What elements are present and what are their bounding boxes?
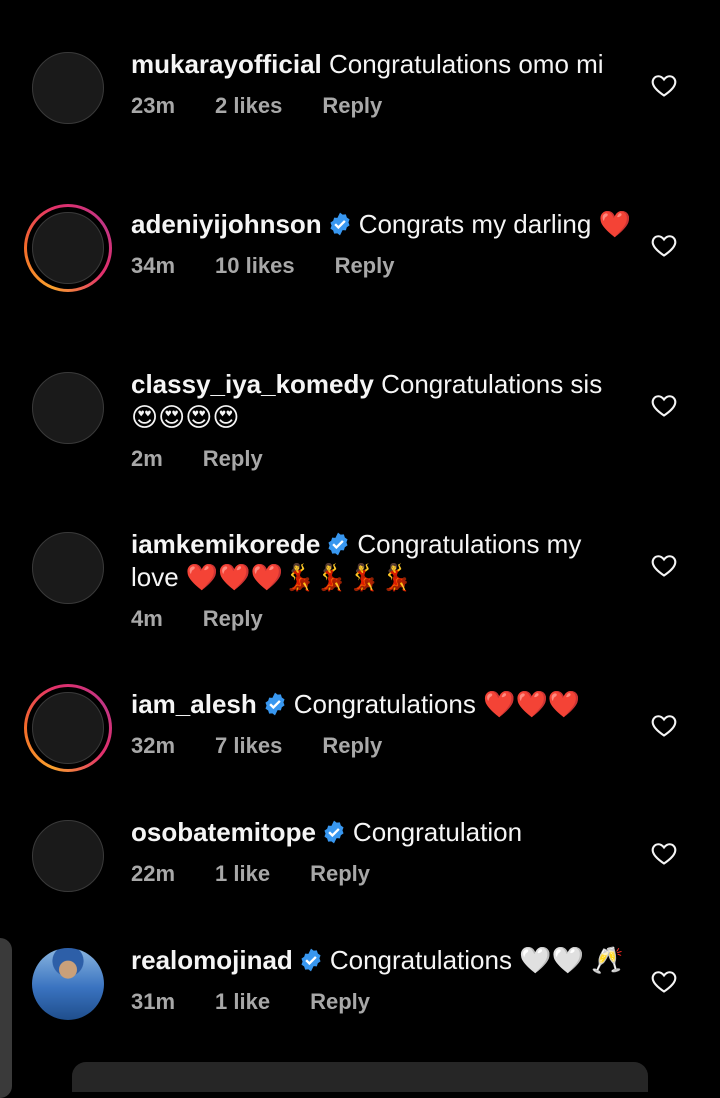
heart-outline-icon[interactable] <box>650 71 678 99</box>
comment-time: 2m <box>131 446 163 471</box>
avatar[interactable] <box>32 212 104 284</box>
comment-likes[interactable]: 1 like <box>215 989 270 1014</box>
comment-likes[interactable]: 2 likes <box>215 93 282 118</box>
verified-badge-icon <box>265 692 285 716</box>
avatar-story-ring[interactable] <box>24 684 112 772</box>
reply-button[interactable]: Reply <box>335 253 395 278</box>
avatar[interactable] <box>32 532 104 604</box>
avatar[interactable] <box>32 372 104 444</box>
comment-likes[interactable]: 1 like <box>215 861 270 886</box>
reply-button[interactable]: Reply <box>203 446 263 471</box>
comment-text: Congratulation <box>352 817 523 847</box>
reply-button[interactable]: Reply <box>310 989 370 1014</box>
comment-text: Congratulations 🤍🤍 🥂 <box>329 945 624 975</box>
heart-outline-icon[interactable] <box>650 967 678 995</box>
comment-text: Congratulations ❤️❤️❤️ <box>293 689 581 719</box>
reply-button[interactable]: Reply <box>310 861 370 886</box>
verified-badge-icon <box>328 532 348 556</box>
comment-username[interactable]: classy_iya_komedy <box>131 369 374 399</box>
heart-outline-icon[interactable] <box>650 391 678 419</box>
avatar[interactable] <box>32 52 104 124</box>
heart-outline-icon[interactable] <box>650 711 678 739</box>
comment-text: Congrats my darling ❤️ <box>358 209 631 239</box>
comment-username[interactable]: adeniyijohnson <box>131 209 322 239</box>
comment-username[interactable]: mukarayofficial <box>131 49 322 79</box>
comment-time: 31m <box>131 989 176 1014</box>
avatar[interactable] <box>32 692 104 764</box>
comment-username[interactable]: iamkemikorede <box>131 529 320 559</box>
verified-badge-icon <box>324 820 344 844</box>
reply-button[interactable]: Reply <box>322 733 382 758</box>
verified-badge-icon <box>330 212 350 236</box>
comment-time: 23m <box>131 93 176 118</box>
comment-time: 32m <box>131 733 176 758</box>
reply-button[interactable]: Reply <box>203 606 263 631</box>
reply-button[interactable]: Reply <box>322 93 382 118</box>
verified-badge-icon <box>301 948 321 972</box>
comment-likes[interactable]: 7 likes <box>215 733 282 758</box>
comment-input-bar[interactable] <box>72 1062 648 1092</box>
comment-username[interactable]: osobatemitope <box>131 817 316 847</box>
comment-likes[interactable]: 10 likes <box>215 253 295 278</box>
heart-outline-icon[interactable] <box>650 839 678 867</box>
comment-username[interactable]: iam_alesh <box>131 689 257 719</box>
heart-outline-icon[interactable] <box>650 231 678 259</box>
comment-time: 4m <box>131 606 163 631</box>
avatar[interactable] <box>32 820 104 892</box>
avatar-story-ring[interactable] <box>24 204 112 292</box>
heart-outline-icon[interactable] <box>650 551 678 579</box>
comment-time: 22m <box>131 861 176 886</box>
comment-text: Congratulations omo mi <box>328 49 604 79</box>
avatar[interactable] <box>32 948 104 1020</box>
comment-time: 34m <box>131 253 176 278</box>
scroll-edge-handle[interactable] <box>0 938 12 1098</box>
comment-username[interactable]: realomojinad <box>131 945 293 975</box>
